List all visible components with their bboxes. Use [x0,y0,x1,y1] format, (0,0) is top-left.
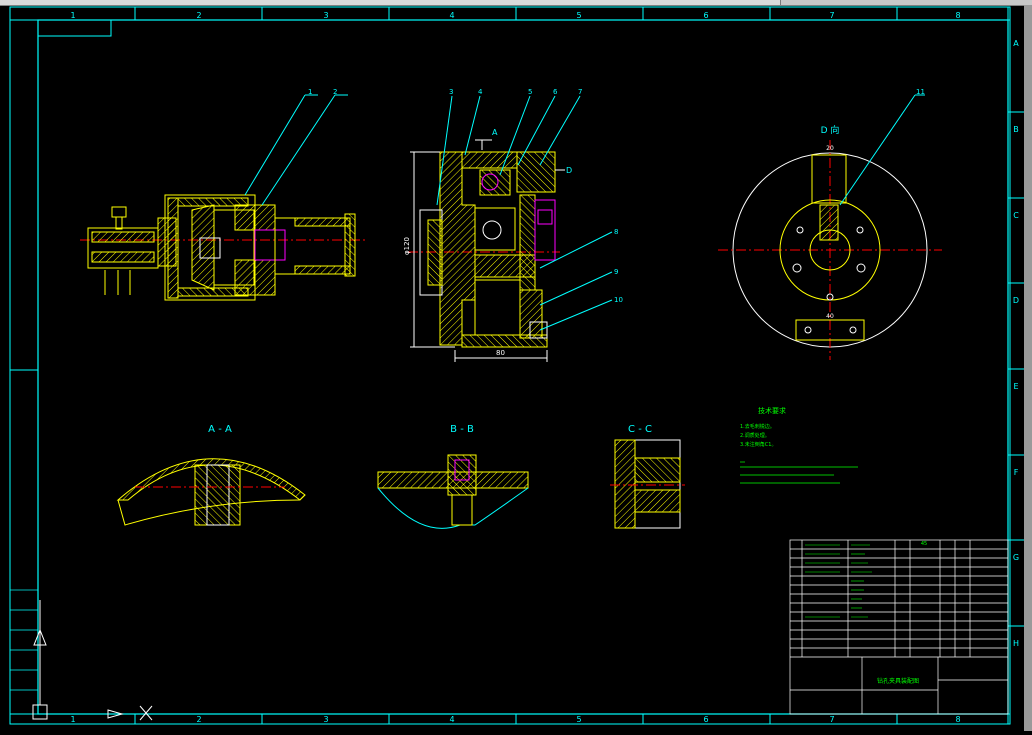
zone-col-8: 8 [955,715,960,724]
section-bb-title: B - B [450,424,474,435]
zone-col-3: 3 [323,11,328,20]
dimension-width-80: 80 [496,349,505,357]
part-number-7: 7 [578,88,582,96]
part-number-2: 2 [333,88,337,96]
tech-requirement-line: 3.未注倒角C1。 [740,441,776,448]
material-cell: 45 [921,541,927,547]
zone-col-7: 7 [829,715,834,724]
part-number-4: 4 [478,88,483,96]
title-block-drawing-name: 钻孔夹具装配图 [877,677,919,685]
section-aa-view[interactable] [116,458,306,526]
zone-labels-right: A B C D E F G H [1013,39,1019,648]
part-number-1: 1 [308,88,312,96]
drawing-canvas[interactable]: 1 2 3 4 5 6 7 8 1 2 3 4 5 6 7 8 A B C D … [0,5,1032,731]
zone-col-3: 3 [323,715,328,724]
part-number-8: 8 [614,228,618,236]
zone-col-2: 2 [196,715,201,724]
view-arrow-d: D [566,166,572,175]
dimension-40: 40 [826,313,834,320]
dimension-20: 20 [826,145,834,152]
vertical-scrollbar[interactable] [1024,5,1032,731]
part-number-6: 6 [553,88,558,96]
zone-row-g: G [1013,553,1019,562]
zone-col-2: 2 [196,11,201,20]
parts-list-fill [805,544,872,618]
tech-requirement-line: 2.调质处理。 [740,432,770,439]
zone-col-1: 1 [70,715,75,724]
zone-col-7: 7 [829,11,834,20]
part-number-9: 9 [614,268,618,276]
zone-col-6: 6 [703,715,708,724]
view-d-title: D 向 [821,124,840,136]
tech-notes-lines [740,461,858,484]
zone-row-d: D [1013,296,1019,305]
part-number-11: 11 [916,88,925,96]
part-number-5: 5 [528,88,532,96]
section-aa-title: A - A [208,424,232,435]
zone-col-6: 6 [703,11,708,20]
part-number-3: 3 [449,88,453,96]
zone-col-5: 5 [576,715,581,724]
front-view-assembly[interactable] [80,94,365,301]
left-margin-table [9,589,39,715]
section-bb-view[interactable] [377,454,529,529]
ucs-icon [32,600,153,721]
drawing-frame [9,6,1011,725]
section-cc-title: C - C [628,424,652,435]
zone-row-c: C [1013,211,1019,220]
cad-drawing: 1 2 3 4 5 6 7 8 1 2 3 4 5 6 7 8 A B C D … [9,6,1032,725]
zone-row-h: H [1013,639,1019,648]
parts-list-table [789,539,1009,715]
zone-col-4: 4 [449,715,454,724]
zone-ticks [10,7,1032,724]
zone-col-4: 4 [449,11,454,20]
section-marker-a: A [492,128,498,137]
tech-requirement-line: 1.去毛刺锐边。 [740,423,775,430]
side-section-view[interactable] [408,95,613,362]
zone-row-e: E [1013,382,1018,391]
zone-col-8: 8 [955,11,960,20]
zone-col-5: 5 [576,11,581,20]
part-number-10: 10 [614,296,623,304]
zone-row-b: B [1013,125,1019,134]
zone-row-f: F [1014,468,1019,477]
section-cc-view[interactable] [610,439,685,529]
zone-col-1: 1 [70,11,75,20]
zone-row-a: A [1013,39,1019,48]
tech-requirements-title: 技术要求 [758,406,786,415]
dimension-dia-120: φ120 [403,237,411,255]
